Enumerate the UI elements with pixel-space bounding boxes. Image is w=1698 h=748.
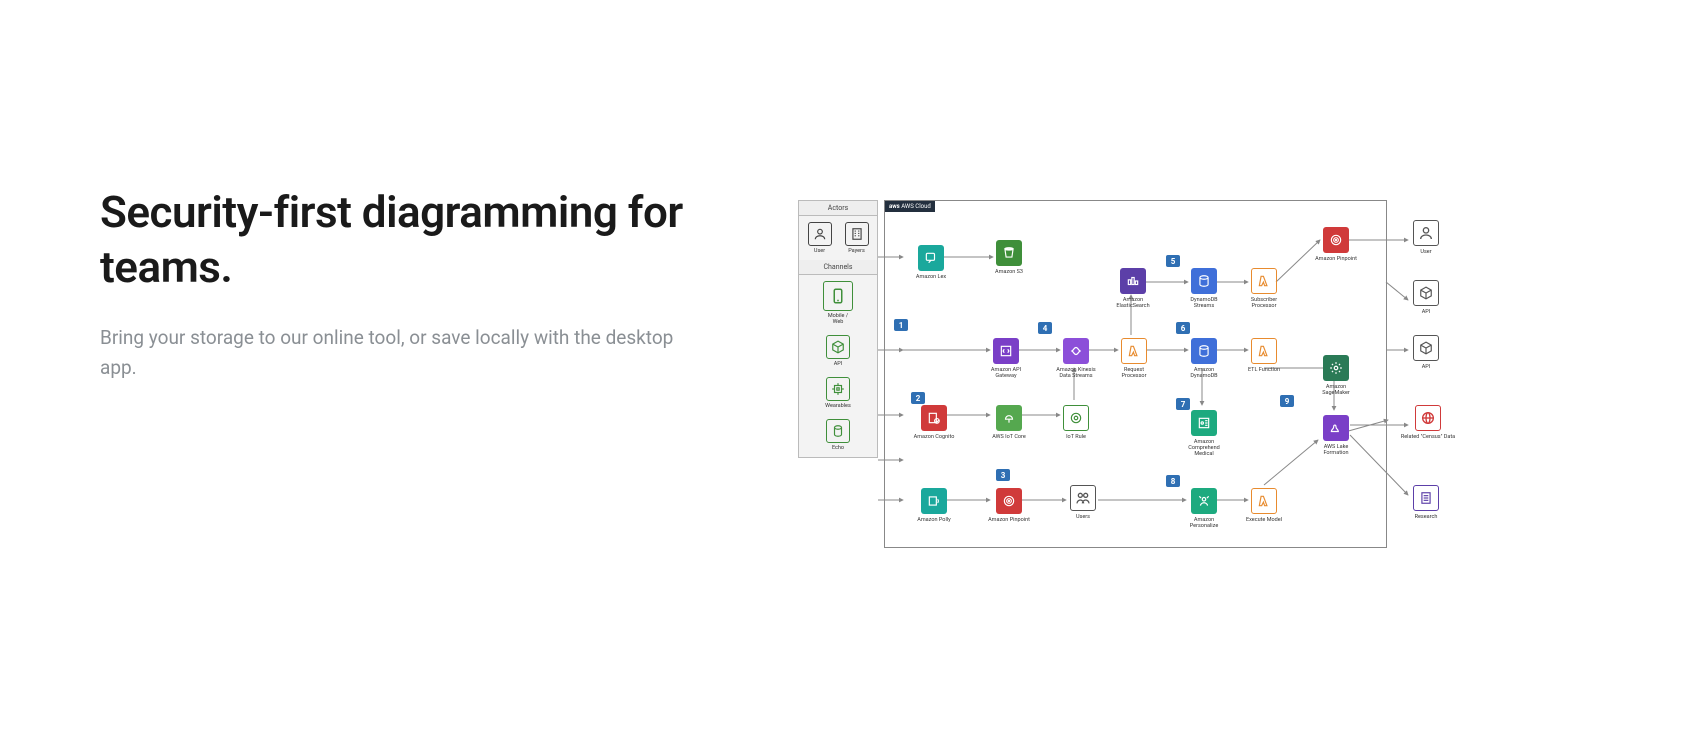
lambda-icon	[1251, 488, 1277, 514]
node-iotrule: IoT Rule	[1053, 405, 1099, 440]
node-lex: Amazon Lex	[908, 245, 954, 280]
node-comprehend: Amazon Comprehend Medical	[1181, 410, 1227, 457]
hero-text: Security-first diagramming for teams. Br…	[100, 185, 700, 384]
step-badge-4: 4	[1038, 322, 1052, 334]
cube-icon	[1413, 335, 1439, 361]
node-out-user: User	[1403, 220, 1449, 255]
iotcore-icon	[996, 405, 1022, 431]
channel-wearables: Wearables	[822, 377, 854, 409]
users-icon	[1070, 485, 1096, 511]
dynamodb-icon	[1191, 338, 1217, 364]
channel-api: API	[822, 335, 854, 367]
node-apigw: Amazon API Gateway	[983, 338, 1029, 379]
step-badge-2: 2	[911, 392, 925, 404]
node-pinpoint: Amazon Pinpoint	[1313, 227, 1359, 262]
node-sagemaker: Amazon SageMaker	[1313, 355, 1359, 396]
comprehend-icon	[1191, 410, 1217, 436]
sidebar-actors: User Payers	[799, 216, 877, 260]
sidebar-actors-header: Actors	[799, 201, 877, 216]
node-lakef: AWS Lake Formation	[1313, 415, 1359, 456]
lakeformation-icon	[1323, 415, 1349, 441]
pinpoint-icon	[1323, 227, 1349, 253]
cylinder-icon	[826, 419, 850, 443]
personalize-icon	[1191, 488, 1217, 514]
lambda-icon	[1251, 338, 1277, 364]
cube-icon	[826, 335, 850, 359]
node-users: Users	[1060, 485, 1106, 520]
node-s3: Amazon S3	[986, 240, 1032, 275]
lambda-icon	[1121, 338, 1147, 364]
globe-icon	[1415, 405, 1441, 431]
notebook-icon	[1413, 485, 1439, 511]
streams-icon	[1191, 268, 1217, 294]
sagemaker-icon	[1323, 355, 1349, 381]
step-badge-3: 3	[996, 469, 1010, 481]
chip-icon	[826, 377, 850, 401]
actor-payers: Payers	[841, 222, 873, 254]
sidebar-channels-header: Channels	[799, 260, 877, 275]
lex-icon	[918, 245, 944, 271]
diagram-sidebar: Actors User Payers Channels Mobile	[798, 200, 878, 458]
node-elastic: Amazon ElasticSearch	[1110, 268, 1156, 309]
sidebar-channels: Mobile / Web API Wearables Echo	[799, 275, 877, 457]
mobile-icon	[823, 281, 853, 311]
node-etl: ETL Function	[1241, 338, 1287, 373]
node-cognito: Amazon Cognito	[911, 405, 957, 440]
node-out-api1: API	[1403, 280, 1449, 315]
node-req-proc: Request Processor	[1111, 338, 1157, 379]
node-sub-proc: Subscriber Processor	[1241, 268, 1287, 309]
hero-title: Security-first diagramming for teams.	[100, 185, 700, 295]
step-badge-7: 7	[1176, 398, 1190, 410]
node-exec-model: Execute Model	[1241, 488, 1287, 523]
user-icon	[808, 222, 832, 246]
iotrule-icon	[1063, 405, 1089, 431]
architecture-diagram: Actors User Payers Channels Mobile	[798, 200, 1498, 550]
kinesis-icon	[1063, 338, 1089, 364]
cube-icon	[1413, 280, 1439, 306]
elastic-icon	[1120, 268, 1146, 294]
step-badge-8: 8	[1166, 475, 1180, 487]
node-polly: Amazon Polly	[911, 488, 957, 523]
apigateway-icon	[993, 338, 1019, 364]
node-kinesis: Amazon Kinesis Data Streams	[1053, 338, 1099, 379]
channel-mobile: Mobile / Web	[822, 281, 854, 325]
step-badge-9: 9	[1280, 395, 1294, 407]
polly-icon	[921, 488, 947, 514]
pinpoint-icon	[996, 488, 1022, 514]
cognito-icon	[921, 405, 947, 431]
node-iotcore: AWS IoT Core	[986, 405, 1032, 440]
channel-echo: Echo	[822, 419, 854, 451]
user-icon	[1413, 220, 1439, 246]
node-ddb-streams: DynamoDB Streams	[1181, 268, 1227, 309]
aws-cloud-label: aws AWS Cloud	[885, 201, 935, 212]
node-out-research: Research	[1403, 485, 1449, 520]
step-badge-5: 5	[1166, 255, 1180, 267]
step-badge-6: 6	[1176, 322, 1190, 334]
lambda-icon	[1251, 268, 1277, 294]
node-pinpoint2: Amazon Pinpoint	[986, 488, 1032, 523]
node-personalize: Amazon Personalize	[1181, 488, 1227, 529]
building-icon	[845, 222, 869, 246]
actor-user: User	[804, 222, 836, 254]
node-out-census: Related "Census" Data	[1398, 405, 1458, 440]
hero-subtitle: Bring your storage to our online tool, o…	[100, 323, 700, 384]
bucket-icon	[996, 240, 1022, 266]
node-out-api2: API	[1403, 335, 1449, 370]
node-ddb: Amazon DynamoDB	[1181, 338, 1227, 379]
step-badge-1: 1	[894, 319, 908, 331]
